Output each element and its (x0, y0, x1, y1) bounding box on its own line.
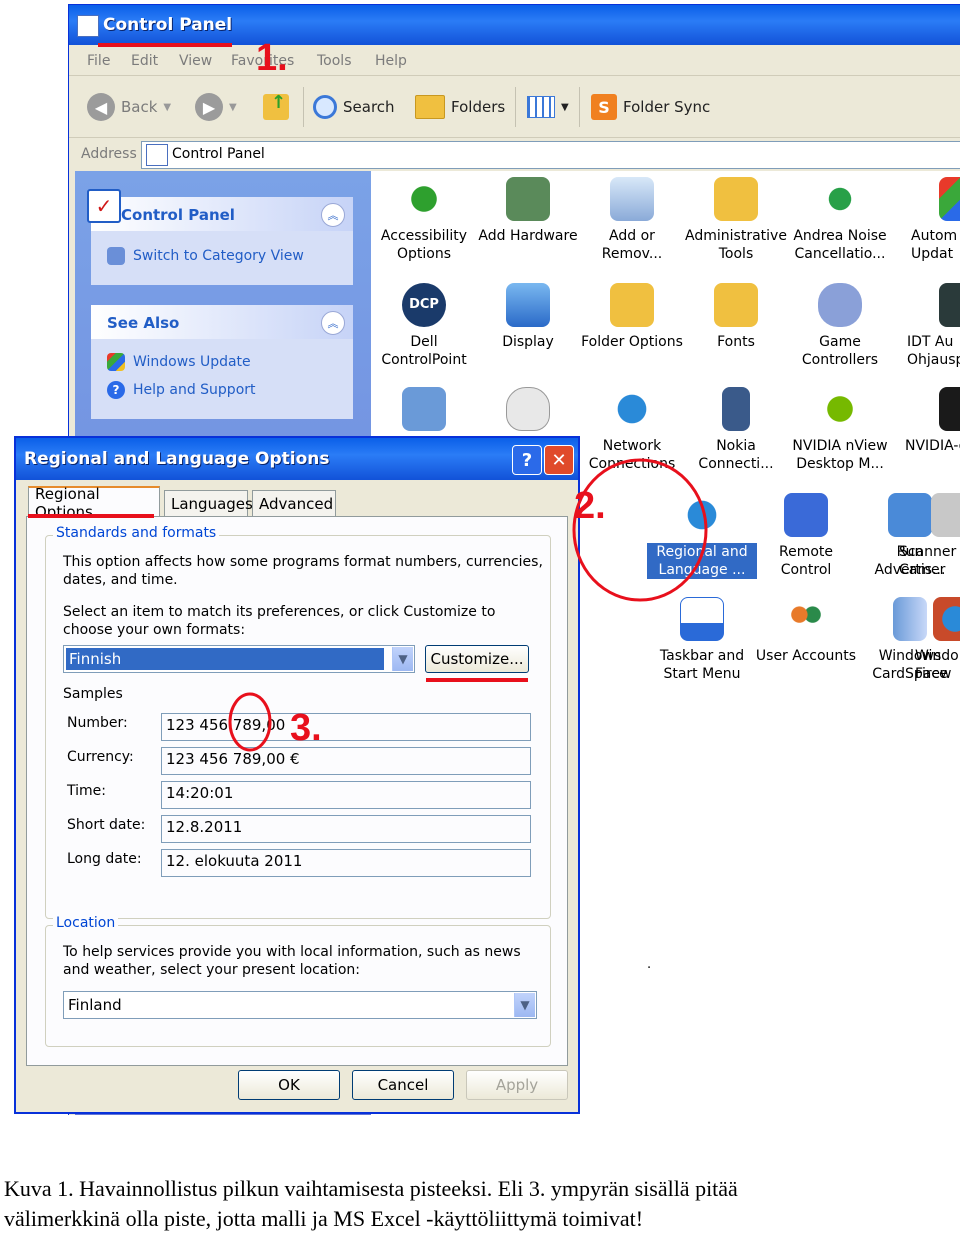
caption-line-2: välimerkkinä olla piste, jotta malli ja … (4, 1206, 644, 1231)
circle-regional-language (572, 458, 708, 602)
caption-line-1: Kuva 1. Havainnollistus pilkun vaihtamis… (4, 1176, 738, 1201)
annotation-layer: 1. 2. 3. (28, 37, 708, 752)
circle-decimal-separator (228, 692, 272, 752)
marker-2: 2. (574, 485, 606, 527)
marker-1: 1. (256, 37, 288, 79)
marker-3: 3. (290, 707, 322, 749)
